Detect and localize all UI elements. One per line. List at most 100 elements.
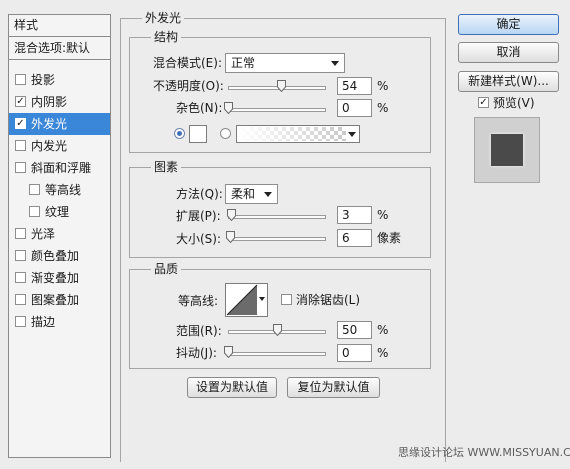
radio-dot-icon xyxy=(177,131,182,136)
contour-picker[interactable] xyxy=(225,283,268,317)
sidebar-item-label: 纹理 xyxy=(45,205,70,219)
chevron-down-icon xyxy=(259,297,265,301)
chevron-down-icon xyxy=(348,132,356,137)
size-input[interactable]: 6 xyxy=(337,229,372,247)
technique-select[interactable]: 柔和 xyxy=(225,184,278,204)
sidebar-item[interactable]: 投影 xyxy=(9,69,110,91)
noise-input[interactable]: 0 xyxy=(337,99,372,117)
sidebar-item-checkbox[interactable] xyxy=(29,184,40,195)
sidebar-item-label: 光泽 xyxy=(31,227,56,241)
sidebar-item[interactable]: 描边 xyxy=(9,311,110,333)
opacity-label: 不透明度(O): xyxy=(153,79,224,93)
sidebar-item[interactable]: 图案叠加 xyxy=(9,289,110,311)
sidebar-item-checkbox[interactable] xyxy=(15,74,26,85)
sidebar-item-checkbox[interactable]: ✓ xyxy=(15,96,26,107)
sidebar-item-checkbox[interactable] xyxy=(15,250,26,261)
jitter-label: 抖动(J): xyxy=(176,346,217,360)
sidebar-item-checkbox[interactable] xyxy=(15,140,26,151)
chevron-down-icon xyxy=(264,192,272,197)
sidebar-item-checkbox[interactable] xyxy=(15,316,26,327)
chevron-down-icon xyxy=(331,61,339,66)
size-slider-thumb[interactable] xyxy=(226,231,236,243)
styles-header: 样式 xyxy=(9,15,110,37)
styles-list: 样式 混合选项:默认 投影 ✓ 内阴影 ✓ 外发光内发光斜面和浮雕等高线纹理光泽颜色叠加… xyxy=(8,14,111,458)
checkmark-icon: ✓ xyxy=(16,96,25,107)
sidebar-item-checkbox[interactable]: ✓ xyxy=(15,118,26,129)
structure-title: 结构 xyxy=(151,30,182,44)
preview-checkbox[interactable]: ✓ xyxy=(478,97,489,108)
style-preview xyxy=(474,117,540,183)
spread-label: 扩展(P): xyxy=(176,209,221,223)
spread-slider-track[interactable] xyxy=(228,215,326,219)
contour-label: 等高线: xyxy=(178,294,219,308)
solid-color-radio[interactable] xyxy=(174,128,185,139)
jitter-unit: % xyxy=(377,346,389,360)
checkmark-icon: ✓ xyxy=(16,118,25,129)
sidebar-item-label: 描边 xyxy=(31,315,56,329)
preview-label: 预览(V) xyxy=(493,96,535,110)
range-input[interactable]: 50 xyxy=(337,321,372,339)
noise-slider-track[interactable] xyxy=(228,108,326,112)
sidebar-item-label: 内阴影 xyxy=(31,95,68,109)
gradient-picker[interactable] xyxy=(236,125,360,143)
elements-title: 图素 xyxy=(151,160,182,174)
spread-slider-thumb[interactable] xyxy=(226,209,236,221)
jitter-input[interactable]: 0 xyxy=(337,344,372,362)
quality-title: 品质 xyxy=(151,262,182,276)
blend-mode-label: 混合模式(E): xyxy=(153,56,222,70)
sidebar-item[interactable]: ✓ 内阴影 xyxy=(9,91,110,113)
sidebar-item-label: 图案叠加 xyxy=(31,293,80,307)
make-default-button[interactable]: 设置为默认值 xyxy=(187,377,277,398)
sidebar-item-checkbox[interactable] xyxy=(29,206,40,217)
opacity-unit: % xyxy=(377,79,389,93)
sidebar-item-label: 斜面和浮雕 xyxy=(31,161,92,175)
size-slider-track[interactable] xyxy=(228,237,326,241)
sidebar-item-checkbox[interactable] xyxy=(15,228,26,239)
spread-input[interactable]: 3 xyxy=(337,206,372,224)
blend-mode-select[interactable]: 正常 xyxy=(225,53,345,73)
technique-value: 柔和 xyxy=(231,187,256,201)
opacity-slider-thumb[interactable] xyxy=(276,80,286,92)
new-style-button[interactable]: 新建样式(W)... xyxy=(458,71,559,92)
sidebar-item-label: 颜色叠加 xyxy=(31,249,80,263)
size-unit: 像素 xyxy=(377,231,402,245)
antialias-checkbox[interactable] xyxy=(281,294,292,305)
opacity-input[interactable]: 54 xyxy=(337,77,372,95)
gradient-radio[interactable] xyxy=(220,128,231,139)
sidebar-item[interactable]: ✓ 外发光 xyxy=(9,113,110,135)
watermark: 思缘设计论坛 WWW.MISSYUAN.COM xyxy=(398,446,570,459)
sidebar-item[interactable]: 内发光 xyxy=(9,135,110,157)
sidebar-item[interactable]: 渐变叠加 xyxy=(9,267,110,289)
cancel-button[interactable]: 取消 xyxy=(458,42,559,63)
checkmark-icon: ✓ xyxy=(479,97,488,108)
noise-unit: % xyxy=(377,101,389,115)
size-label: 大小(S): xyxy=(176,232,222,246)
gradient-preview xyxy=(238,127,346,141)
range-label: 范围(R): xyxy=(176,324,222,338)
ok-button[interactable]: 确定 xyxy=(458,14,559,35)
jitter-slider-thumb[interactable] xyxy=(224,346,233,358)
antialias-label: 消除锯齿(L) xyxy=(296,293,361,307)
sidebar-item[interactable]: 斜面和浮雕 xyxy=(9,157,110,179)
sidebar-item-checkbox[interactable] xyxy=(15,162,26,173)
sidebar-item-checkbox[interactable] xyxy=(15,272,26,283)
glow-color-swatch[interactable] xyxy=(189,125,207,143)
noise-label: 杂色(N): xyxy=(176,101,223,115)
blend-mode-value: 正常 xyxy=(231,56,256,70)
range-slider-thumb[interactable] xyxy=(273,324,282,336)
spread-unit: % xyxy=(377,208,389,222)
sidebar-item[interactable]: 颜色叠加 xyxy=(9,245,110,267)
sidebar-item-checkbox[interactable] xyxy=(15,294,26,305)
noise-slider-thumb[interactable] xyxy=(224,102,233,114)
sidebar-item-label: 投影 xyxy=(31,73,56,87)
sidebar-item-label: 等高线 xyxy=(45,183,82,197)
blending-options-item[interactable]: 混合选项:默认 xyxy=(9,38,110,60)
sidebar-item-label: 外发光 xyxy=(31,117,68,131)
sidebar-item[interactable]: 等高线 xyxy=(9,179,110,201)
sidebar-item[interactable]: 纹理 xyxy=(9,201,110,223)
jitter-slider-track[interactable] xyxy=(228,352,326,356)
panel-title: 外发光 xyxy=(142,11,185,25)
preview-swatch xyxy=(491,134,523,166)
sidebar-item[interactable]: 光泽 xyxy=(9,223,110,245)
reset-default-button[interactable]: 复位为默认值 xyxy=(287,377,380,398)
